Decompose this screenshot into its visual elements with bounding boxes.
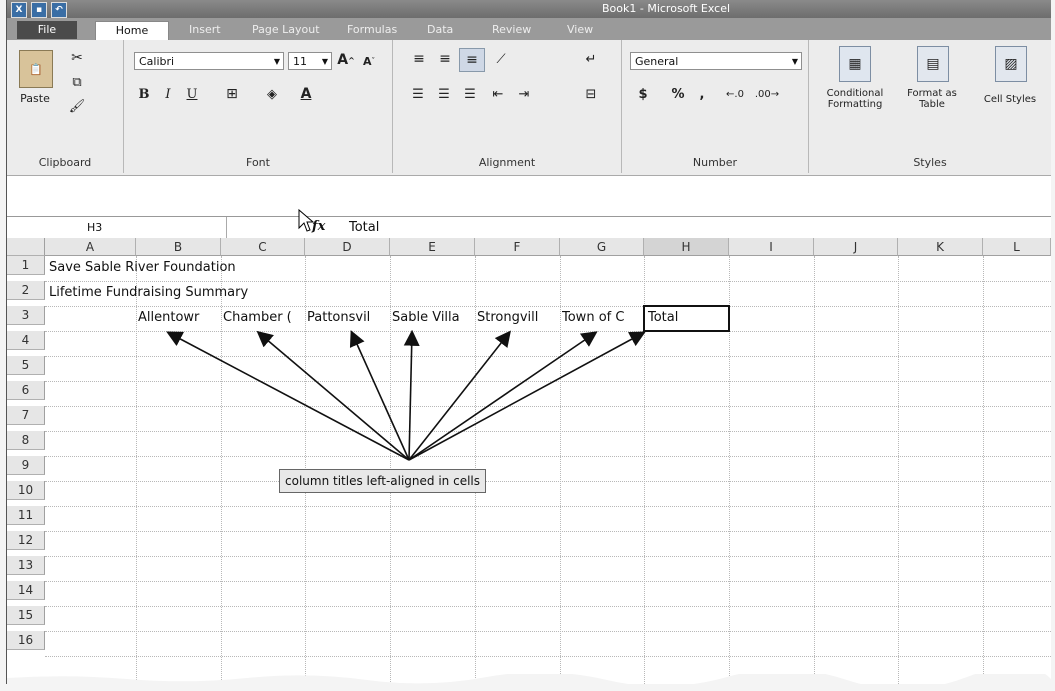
- decrease-indent-icon[interactable]: ⇤: [487, 84, 509, 104]
- arrow-to-b3: [166, 331, 410, 461]
- font-group: Calibri ▼ 11 ▼ A ^ Aˇ B I U ⊞ ◈ A Font: [124, 40, 393, 173]
- tab-page-layout[interactable]: Page Layout: [252, 21, 320, 39]
- title-bar: X ▪ ↶ Book1 - Microsoft Excel: [7, 0, 1051, 18]
- alignment-group: ≡ ≡ ≡ ⟋ ↵ ☰ ☰ ☰ ⇤ ⇥ ⊟ Alignment: [393, 40, 622, 173]
- tab-review[interactable]: Review: [492, 21, 531, 39]
- tab-home[interactable]: Home: [95, 21, 169, 40]
- align-bottom-icon[interactable]: ≡: [459, 48, 485, 72]
- underline-button[interactable]: U: [182, 84, 202, 104]
- font-group-label: Font: [246, 156, 270, 169]
- fill-color-icon[interactable]: ◈: [260, 84, 284, 104]
- font-size-dropdown[interactable]: 11 ▼: [288, 52, 332, 70]
- chevron-down-icon: ▼: [321, 57, 328, 66]
- ribbon-tabs: File Home Insert Page Layout Formulas Da…: [7, 18, 1051, 40]
- align-top-icon[interactable]: ≡: [407, 48, 431, 70]
- arrow-to-d3: [349, 330, 410, 461]
- mouse-pointer-icon: [298, 208, 315, 232]
- tab-data[interactable]: Data: [427, 21, 453, 39]
- tab-formulas[interactable]: Formulas: [347, 21, 397, 39]
- currency-button[interactable]: $: [632, 84, 654, 104]
- tab-file[interactable]: File: [17, 21, 77, 39]
- increase-decimal-icon[interactable]: ←.0: [722, 84, 748, 104]
- align-left-icon[interactable]: ☰: [407, 84, 429, 104]
- styles-group: ▦ Conditional Formatting ▤ Format as Tab…: [809, 40, 1051, 173]
- font-size-value: 11: [293, 55, 307, 68]
- quick-access-toolbar: X ▪ ↶: [11, 2, 67, 18]
- align-middle-icon[interactable]: ≡: [433, 48, 457, 70]
- font-color-icon[interactable]: A: [294, 84, 318, 104]
- format-as-table-button[interactable]: Format as Table: [901, 84, 963, 114]
- formula-input[interactable]: Total: [349, 217, 379, 238]
- wrap-text-icon[interactable]: ↵: [579, 48, 603, 70]
- save-icon[interactable]: ▪: [31, 2, 47, 18]
- bold-button[interactable]: B: [134, 84, 154, 104]
- name-box[interactable]: H3: [7, 217, 227, 238]
- font-name-value: Calibri: [139, 55, 175, 68]
- grow-font-icon[interactable]: A ^: [336, 50, 356, 70]
- orientation-icon[interactable]: ⟋: [489, 48, 513, 70]
- cell-styles-button[interactable]: Cell Styles: [977, 84, 1043, 114]
- number-format-value: General: [635, 55, 679, 68]
- cell-styles-icon[interactable]: ▨: [995, 46, 1027, 82]
- tab-view[interactable]: View: [567, 21, 593, 39]
- tab-insert[interactable]: Insert: [189, 21, 221, 39]
- italic-button[interactable]: I: [158, 84, 178, 104]
- merge-center-icon[interactable]: ⊟: [579, 84, 603, 104]
- borders-icon[interactable]: ⊞: [220, 84, 244, 104]
- arrow-to-c3: [256, 330, 410, 461]
- arrow-to-f3: [408, 330, 511, 461]
- number-format-dropdown[interactable]: General ▼: [630, 52, 802, 70]
- cut-icon[interactable]: ✂: [67, 48, 87, 68]
- window-title: Book1 - Microsoft Excel: [602, 2, 731, 15]
- decrease-decimal-icon[interactable]: .00→: [754, 84, 780, 104]
- styles-group-label: Styles: [913, 156, 947, 169]
- increase-indent-icon[interactable]: ⇥: [513, 84, 535, 104]
- callout-arrows: [166, 329, 646, 461]
- font-name-dropdown[interactable]: Calibri ▼: [134, 52, 284, 70]
- number-group: General ▼ $ % , ←.0 .00→ Number: [622, 40, 809, 173]
- arrow-to-h3: [408, 331, 646, 461]
- number-group-label: Number: [692, 156, 738, 169]
- conditional-formatting-icon[interactable]: ▦: [839, 46, 871, 82]
- excel-logo-icon[interactable]: X: [11, 2, 27, 18]
- align-right-icon[interactable]: ☰: [459, 84, 481, 104]
- paste-button[interactable]: Paste: [17, 90, 53, 106]
- format-as-table-icon[interactable]: ▤: [917, 46, 949, 82]
- clipboard-group-label: Clipboard: [38, 156, 92, 169]
- alignment-group-label: Alignment: [478, 156, 536, 169]
- excel-window: X ▪ ↶ Book1 - Microsoft Excel File Home …: [6, 0, 1051, 684]
- format-painter-icon[interactable]: 🖌: [67, 96, 87, 116]
- conditional-formatting-button[interactable]: Conditional Formatting: [811, 84, 899, 114]
- comma-button[interactable]: ,: [694, 84, 710, 104]
- callout-label: column titles left-aligned in cells: [279, 469, 486, 493]
- arrow-to-e3: [403, 329, 420, 461]
- shrink-font-icon[interactable]: Aˇ: [360, 52, 378, 70]
- arrow-to-g3: [408, 331, 598, 461]
- formula-bar: H3 fx Total: [7, 216, 1051, 240]
- undo-icon[interactable]: ↶: [51, 2, 67, 18]
- align-center-icon[interactable]: ☰: [433, 84, 455, 104]
- worksheet-grid[interactable]: A B C D E F G H I J K L 1 2 3 4 5 6 7 8 …: [7, 238, 1051, 684]
- torn-edge: [7, 674, 1051, 684]
- ribbon: 📋 Paste ✂ ⧉ 🖌 Clipboard Calibri ▼ 11 ▼ A…: [7, 40, 1051, 176]
- percent-button[interactable]: %: [668, 84, 688, 104]
- clipboard-group: 📋 Paste ✂ ⧉ 🖌 Clipboard: [7, 40, 124, 173]
- paste-icon[interactable]: 📋: [19, 50, 53, 88]
- chevron-down-icon: ▼: [791, 57, 798, 66]
- chevron-down-icon: ▼: [273, 57, 280, 66]
- copy-icon[interactable]: ⧉: [67, 72, 87, 92]
